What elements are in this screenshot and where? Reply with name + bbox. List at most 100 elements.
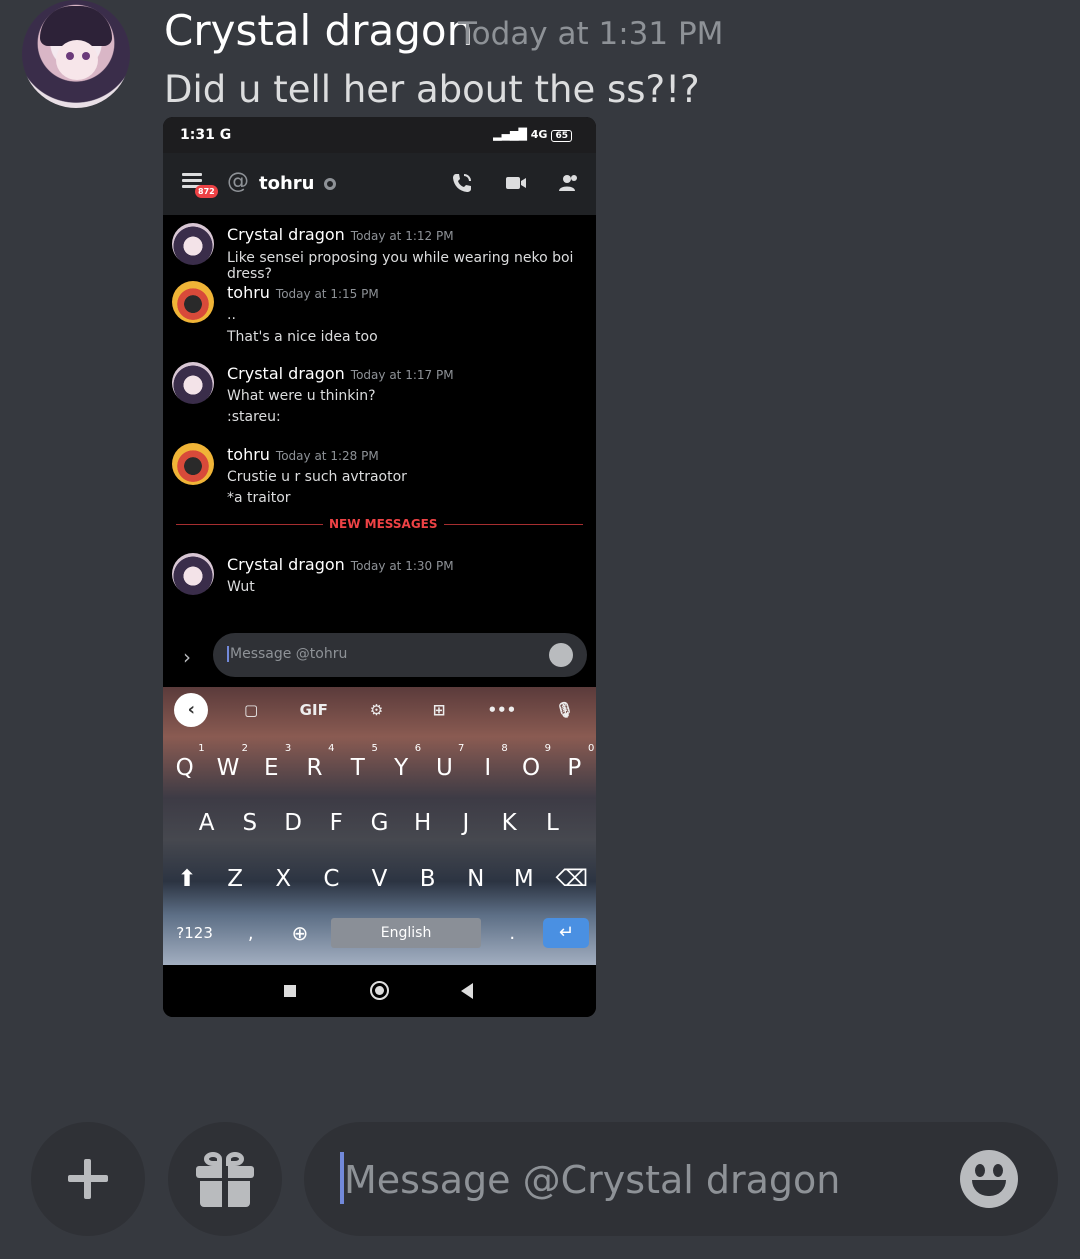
message-time: Today at 1:28 PM (275, 449, 379, 463)
key-i: I8 (484, 743, 508, 781)
back-icon (461, 983, 473, 999)
avatar (172, 443, 214, 485)
key-o: O9 (521, 743, 552, 781)
video-call-icon (506, 177, 526, 189)
key-e: E3 (263, 743, 292, 781)
key-g: G (370, 810, 389, 836)
emoji-icon-eye (975, 1164, 985, 1177)
gift-icon-bow (226, 1152, 244, 1166)
gift-icon (204, 1152, 222, 1166)
message-time: Today at 1:30 PM (350, 559, 454, 573)
phone-message-bar: › Message @tohru (163, 625, 596, 687)
key-n: N (467, 866, 485, 892)
network-type: 4G (530, 128, 548, 141)
key-f: F (329, 810, 343, 836)
avatar (172, 362, 214, 404)
message-line: What were u thinkin? (227, 388, 376, 404)
emoji-icon-mouth (972, 1180, 1006, 1196)
message-author: Crystal dragon Today at 1:12 PM (227, 225, 454, 244)
key-k: K (501, 810, 517, 836)
key-x: X (275, 866, 292, 892)
keyboard-row-3: ⬆ Z X C V B N M ⌫ (163, 866, 596, 892)
message-time: Today at 1:15 PM (275, 287, 379, 301)
add-attachment-button[interactable] (31, 1122, 145, 1236)
message-author: Crystal dragon Today at 1:17 PM (227, 364, 454, 383)
message-time: Today at 1:17 PM (350, 368, 454, 382)
message-time: Today at 1:12 PM (350, 229, 454, 243)
symbols-key: ?123 (176, 924, 213, 942)
message-line: :stareu: (227, 409, 281, 425)
key-q: Q1 (175, 743, 205, 781)
phone-status-icons: ▂▄▆█ 4G 65 (493, 128, 572, 142)
phone-call-icon (453, 174, 471, 192)
message-timestamp: Today at 1:31 PM (458, 16, 724, 52)
key-j: J (462, 810, 470, 836)
message-line: .. (227, 307, 236, 323)
enter-icon: ↵ (543, 918, 590, 948)
keyboard-row-2: A S D F G H J K L (163, 810, 596, 836)
key-comma: , (247, 922, 254, 944)
key-b: B (419, 866, 436, 892)
avatar (172, 223, 214, 265)
message-line: Like sensei proposing you while wearing … (227, 250, 574, 282)
key-m: M (513, 866, 534, 892)
key-c: C (323, 866, 340, 892)
offline-status-icon (324, 178, 336, 190)
avatar (172, 281, 214, 323)
screenshot-attachment[interactable]: 1:31 G ▂▄▆█ 4G 65 872 @ tohru Crystal dra… (163, 117, 596, 1017)
emoji-picker-button[interactable] (960, 1150, 1018, 1208)
message-line: *a traitor (227, 490, 291, 506)
phone-keyboard: ‹ ▢ GIF ⚙ ⊞ ••• 🎙 Q1 W2 E3 R4 T5 Y6 U7 I… (163, 687, 596, 965)
plus-icon-stroke (84, 1159, 91, 1199)
key-w: W2 (216, 743, 248, 781)
phone-input-placeholder: Message @tohru (227, 646, 347, 662)
keyboard-row-4: ?123 , ⊕ English . ↵ (163, 918, 596, 948)
key-p: P0 (567, 743, 595, 781)
key-period: . (509, 922, 516, 944)
battery-icon: 65 (551, 130, 572, 142)
phone-clock: 1:31 G (180, 127, 232, 143)
key-h: H (414, 810, 432, 836)
emoji-icon (549, 643, 573, 667)
dm-header: 872 @ tohru (163, 153, 596, 215)
author-avatar[interactable] (22, 0, 130, 108)
chevron-left-icon: ‹ (174, 693, 209, 727)
message-author: tohru Today at 1:15 PM (227, 283, 379, 302)
key-r: R4 (306, 743, 335, 781)
key-v: V (371, 866, 388, 892)
microphone-icon: 🎙 (555, 701, 575, 719)
emoji-icon-eye (993, 1164, 1003, 1177)
avatar (172, 553, 214, 595)
key-z: Z (227, 866, 244, 892)
key-t: T5 (350, 743, 378, 781)
home-icon (370, 981, 389, 1000)
keyboard-toolbar: ‹ ▢ GIF ⚙ ⊞ ••• 🎙 (163, 693, 596, 727)
phone-status-bar: 1:31 G ▂▄▆█ 4G 65 (163, 117, 596, 153)
key-u: U7 (436, 743, 465, 781)
recents-icon (284, 985, 296, 997)
message-text: Did u tell her about the ss?!? (164, 68, 700, 111)
message-line: That's a nice idea too (227, 329, 378, 345)
author-name[interactable]: Crystal dragon (164, 6, 473, 55)
gift-button[interactable] (168, 1122, 282, 1236)
gif-button: GIF (299, 701, 328, 719)
keyboard-row-1: Q1 W2 E3 R4 T5 Y6 U7 I8 O9 P0 (163, 743, 596, 781)
key-d: D (284, 810, 302, 836)
new-messages-label: NEW MESSAGES (323, 517, 444, 531)
key-a: A (198, 810, 215, 836)
globe-icon: ⊕ (291, 921, 309, 945)
message-author: Crystal dragon Today at 1:30 PM (227, 555, 454, 574)
gift-icon-ribbon (222, 1166, 228, 1207)
backspace-icon: ⌫ (555, 866, 589, 892)
key-l: L (545, 810, 559, 836)
more-icon: ••• (487, 701, 517, 719)
dm-title: tohru (259, 173, 315, 194)
space-key: English (331, 918, 482, 948)
signal-icon: ▂▄▆█ (493, 128, 531, 141)
phone-message-input: Message @tohru (213, 633, 587, 677)
shift-icon: ⬆ (177, 866, 197, 892)
message-input[interactable]: Message @Crystal dragon (304, 1122, 1058, 1236)
sticker-icon: ▢ (243, 701, 259, 719)
translate-icon: ⊞ (432, 701, 446, 719)
key-s: S (242, 810, 258, 836)
